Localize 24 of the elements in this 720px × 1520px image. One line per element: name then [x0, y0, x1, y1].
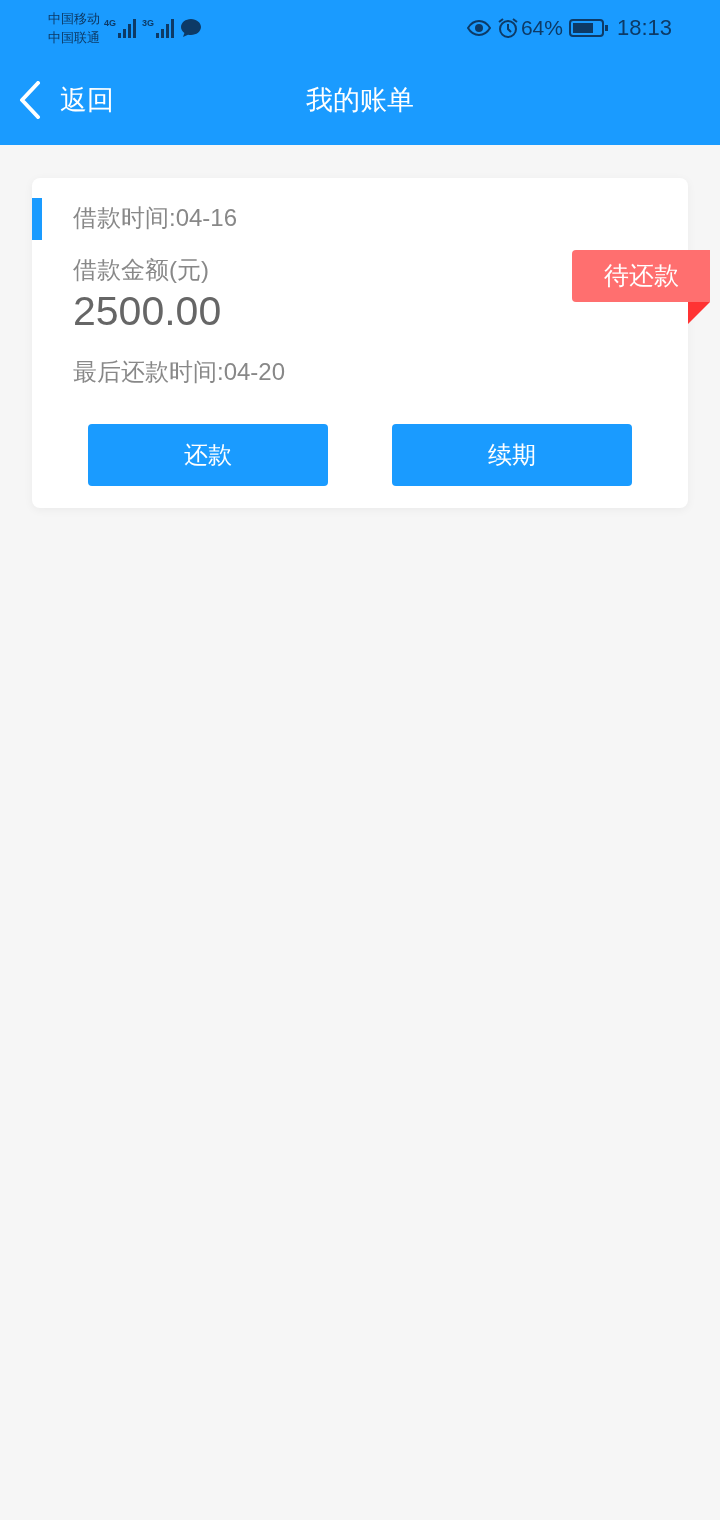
- signal-icon: [154, 16, 177, 39]
- loan-amount: 2500.00: [73, 287, 222, 336]
- due-time: 最后还款时间:04-20: [73, 357, 286, 387]
- action-button[interactable]: 还款: [88, 424, 328, 486]
- back-button[interactable]: 返回: [18, 79, 114, 121]
- status-badge: 待还款: [572, 250, 710, 302]
- eye-icon: [466, 18, 491, 37]
- ribbon-fold: [688, 302, 710, 324]
- back-icon: [18, 81, 42, 119]
- alarm-icon: [496, 16, 519, 39]
- action-button[interactable]: 续期: [392, 424, 632, 486]
- battery-percent: 64%: [520, 14, 563, 41]
- network-type: 4G: [104, 16, 116, 30]
- amount-label: 借款金额(元): [73, 255, 209, 285]
- network-type: 3G: [142, 16, 155, 30]
- clock-time: 18:13: [616, 14, 672, 42]
- accent-bar: [32, 198, 42, 240]
- carrier-name: 中国联通: [48, 28, 100, 47]
- message-icon: [180, 17, 203, 38]
- battery-icon: [568, 17, 609, 38]
- page-title: 我的账单: [306, 83, 414, 117]
- loan-time: 借款时间:04-16: [73, 203, 238, 233]
- carrier-name: 中国移动: [48, 9, 100, 28]
- signal-icon: [116, 16, 138, 39]
